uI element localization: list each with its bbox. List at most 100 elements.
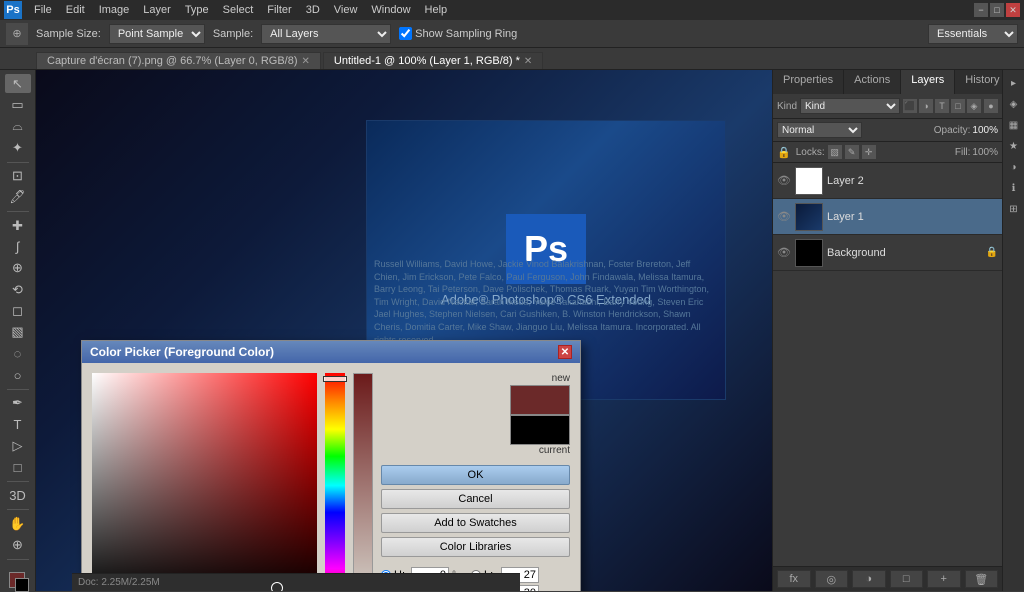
rs-adjust-icon[interactable]: ◑	[1005, 158, 1023, 176]
layer-item-1[interactable]: 👁 Layer 1	[773, 199, 1002, 235]
tab-1[interactable]: Untitled-1 @ 100% (Layer 1, RGB/8) * ✕	[323, 52, 543, 69]
layer-2-visibility[interactable]: 👁	[777, 174, 791, 188]
rs-color-icon[interactable]: ◈	[1005, 95, 1023, 113]
maximize-button[interactable]: □	[990, 3, 1004, 17]
tool-shape[interactable]: □	[5, 458, 31, 477]
menu-image[interactable]: Image	[93, 2, 136, 18]
tool-eyedropper[interactable]: 🖊	[5, 188, 31, 207]
lock-paint-icon[interactable]: ✎	[845, 145, 859, 159]
color-gradient-square[interactable]	[92, 373, 317, 591]
menu-select[interactable]: Select	[217, 2, 260, 18]
layer-delete-button[interactable]: 🗑	[965, 570, 999, 588]
tool-brush[interactable]: ∫	[5, 237, 31, 256]
menu-3d[interactable]: 3D	[300, 2, 326, 18]
tool-text[interactable]: T	[5, 415, 31, 434]
menu-help[interactable]: Help	[419, 2, 454, 18]
rs-collapse-icon[interactable]: ▸	[1005, 74, 1023, 92]
filter-toggle-icon[interactable]: ●	[984, 99, 998, 113]
tool-marquee[interactable]: ▭	[5, 95, 31, 114]
tool-3d[interactable]: 3D	[5, 486, 31, 505]
background-color[interactable]	[15, 578, 29, 592]
layer-adjustment-button[interactable]: ◑	[852, 570, 886, 588]
layer-new-button[interactable]: +	[927, 570, 961, 588]
color-picker-body: new current OK Cancel Add to Swatches Co…	[82, 363, 580, 591]
canvas-area[interactable]: Ps Adobe® Photoshop® CS6 Extended Russel…	[36, 70, 772, 591]
tool-clone[interactable]: ⊕	[5, 259, 31, 278]
tool-heal[interactable]: ✚	[5, 216, 31, 235]
tool-gradient[interactable]: ▧	[5, 323, 31, 342]
new-current-color: new current	[381, 373, 570, 457]
lock-icon: 🔒	[777, 146, 791, 159]
tool-move[interactable]: ↖	[5, 74, 31, 93]
layers-bottom-bar: fx ◎ ◑ □ + 🗑	[773, 566, 1002, 591]
layer-fx-button[interactable]: fx	[777, 570, 811, 588]
layer-group-button[interactable]: □	[890, 570, 924, 588]
menu-file[interactable]: File	[28, 2, 58, 18]
tab-0[interactable]: Capture d'écran (7).png @ 66.7% (Layer 0…	[36, 52, 321, 69]
tab-0-close[interactable]: ✕	[302, 56, 310, 67]
alpha-slider[interactable]	[353, 373, 373, 591]
rs-info-icon[interactable]: ℹ	[1005, 179, 1023, 197]
tool-lasso[interactable]: ⌓	[5, 117, 31, 136]
lock-transparent-icon[interactable]: ▧	[828, 145, 842, 159]
filter-pixel-icon[interactable]: ⬛	[903, 99, 917, 113]
menu-type[interactable]: Type	[179, 2, 215, 18]
hue-slider[interactable]	[325, 373, 345, 591]
lock-position-icon[interactable]: ✛	[862, 145, 876, 159]
filter-kind-select[interactable]: Kind	[800, 98, 900, 114]
close-button[interactable]: ✕	[1006, 3, 1020, 17]
new-color-swatch[interactable]	[510, 385, 570, 415]
show-sampling-ring-checkbox[interactable]	[399, 27, 412, 40]
layer-1-thumb	[795, 203, 823, 231]
toolbar-separator-5	[7, 509, 29, 510]
sample-select[interactable]: All Layers	[261, 24, 391, 44]
filter-smart-icon[interactable]: ◈	[967, 99, 981, 113]
blend-mode-select[interactable]: Normal	[777, 122, 862, 138]
ok-button[interactable]: OK	[381, 465, 570, 485]
tool-hand[interactable]: ✋	[5, 514, 31, 533]
filter-adjust-icon[interactable]: ◑	[919, 99, 933, 113]
tool-blur[interactable]: ◌	[5, 344, 31, 363]
tool-eraser[interactable]: ◻	[5, 301, 31, 320]
tab-properties[interactable]: Properties	[773, 70, 844, 94]
tool-crop[interactable]: ⊡	[5, 166, 31, 185]
menu-edit[interactable]: Edit	[60, 2, 91, 18]
rs-style-icon[interactable]: ★	[1005, 137, 1023, 155]
color-libraries-button[interactable]: Color Libraries	[381, 537, 570, 557]
filter-type-icon[interactable]: T	[935, 99, 949, 113]
layer-1-visibility[interactable]: 👁	[777, 210, 791, 224]
layer-bg-lock-icon: 🔒	[986, 247, 998, 258]
foreground-background-colors[interactable]	[5, 568, 31, 587]
rs-nav-icon[interactable]: ⊞	[1005, 200, 1023, 218]
color-picker-close-button[interactable]: ✕	[558, 345, 572, 359]
hue-slider-thumb[interactable]	[323, 376, 347, 382]
workspace-select[interactable]: Essentials	[928, 24, 1018, 44]
layer-item-bg[interactable]: 👁 Background 🔒	[773, 235, 1002, 271]
filter-shape-icon[interactable]: □	[951, 99, 965, 113]
minimize-button[interactable]: −	[974, 3, 988, 17]
tool-magic-wand[interactable]: ✦	[5, 138, 31, 157]
tab-layers[interactable]: Layers	[901, 70, 955, 94]
tool-zoom[interactable]: ⊕	[5, 536, 31, 555]
rs-swatches-icon[interactable]: ▦	[1005, 116, 1023, 134]
menu-layer[interactable]: Layer	[137, 2, 177, 18]
tab-1-close[interactable]: ✕	[524, 56, 532, 67]
menu-window[interactable]: Window	[365, 2, 416, 18]
layer-item-2[interactable]: 👁 Layer 2	[773, 163, 1002, 199]
tool-path-select[interactable]: ▷	[5, 437, 31, 456]
layer-mask-button[interactable]: ◎	[815, 570, 849, 588]
tool-pen[interactable]: ✒	[5, 394, 31, 413]
tab-actions[interactable]: Actions	[844, 70, 901, 94]
menu-filter[interactable]: Filter	[261, 2, 297, 18]
tool-dodge[interactable]: ○	[5, 366, 31, 385]
show-sampling-ring-area: Show Sampling Ring	[399, 27, 517, 40]
layer-bg-visibility[interactable]: 👁	[777, 246, 791, 260]
main-layout: ↖ ▭ ⌓ ✦ ⊡ 🖊 ✚ ∫ ⊕ ⟲ ◻ ▧ ◌ ○ ✒ T ▷ □ 3D ✋…	[0, 70, 1024, 591]
current-color-swatch[interactable]	[510, 415, 570, 445]
sample-size-select[interactable]: Point Sample	[109, 24, 205, 44]
tool-history[interactable]: ⟲	[5, 280, 31, 299]
cancel-button[interactable]: Cancel	[381, 489, 570, 509]
color-picker-title: Color Picker (Foreground Color)	[90, 345, 274, 359]
add-to-swatches-button[interactable]: Add to Swatches	[381, 513, 570, 533]
menu-view[interactable]: View	[328, 2, 364, 18]
